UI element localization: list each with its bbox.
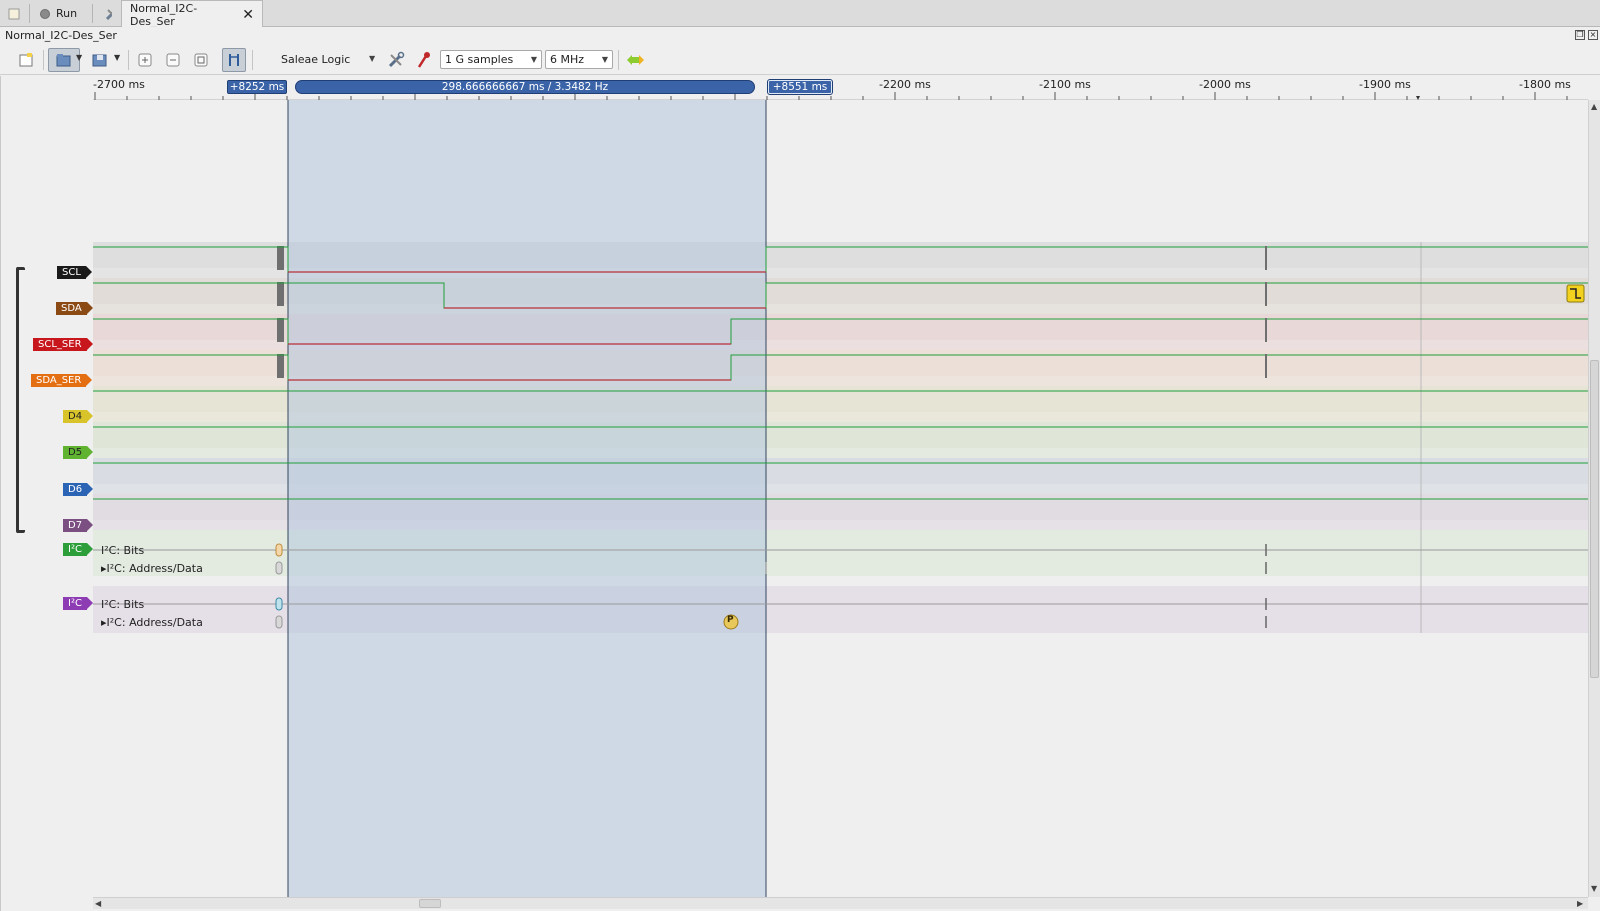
- horizontal-scrollbar[interactable]: ◀ ▶: [93, 897, 1588, 909]
- tab-session-label: Normal_I2C-Des_Ser: [130, 1, 198, 28]
- new-session-button[interactable]: [14, 48, 38, 72]
- tools-tab-button[interactable]: [96, 0, 120, 27]
- channel-tag-scl-ser[interactable]: SCL_SER: [33, 338, 92, 351]
- channel-tag-d4[interactable]: D4: [63, 410, 94, 423]
- sample-rate-select[interactable]: 6 MHz ▼: [545, 50, 613, 69]
- tick-label: -1900 ms: [1359, 78, 1411, 91]
- folder-icon: [56, 54, 71, 67]
- vertical-scrollbar[interactable]: ▲ ▼: [1588, 100, 1600, 897]
- chevron-down-icon[interactable]: ▼: [76, 53, 82, 62]
- tick-label: -2000 ms: [1199, 78, 1251, 91]
- sample-count-value: 1 G samples: [445, 53, 514, 66]
- tick-label: -1800 ms: [1519, 78, 1571, 91]
- tick-label: -2200 ms: [879, 78, 931, 91]
- horizontal-scroll-thumb[interactable]: [419, 899, 441, 908]
- new-document-icon: [19, 53, 33, 67]
- sample-count-select[interactable]: 1 G samples ▼: [440, 50, 542, 69]
- scroll-up-icon[interactable]: ▲: [1591, 102, 1597, 111]
- zoom-fit-button[interactable]: [189, 48, 213, 72]
- channel-tag-sda-ser[interactable]: SDA_SER: [31, 374, 93, 387]
- cursor-markers-icon: [229, 54, 239, 66]
- time-ruler[interactable]: -2700 ms -2200 ms -2100 ms -2000 ms -190…: [93, 76, 1588, 100]
- scroll-right-icon[interactable]: ▶: [1577, 899, 1583, 908]
- channel-tag-d7[interactable]: D7: [63, 519, 94, 532]
- scroll-left-icon[interactable]: ◀: [95, 899, 101, 908]
- channel-tag-scl[interactable]: SCL: [57, 266, 92, 279]
- tab-bar: Run Normal_I2C-Des_Ser ✕: [0, 0, 1600, 28]
- marker-right-time[interactable]: +8551 ms: [767, 79, 833, 95]
- sample-rate-value: 6 MHz: [550, 53, 585, 66]
- channel-group-bracket: [16, 267, 25, 533]
- wrench-screwdriver-icon: [388, 51, 405, 68]
- channel-tag-d5[interactable]: D5: [63, 446, 94, 459]
- window-title: Normal_I2C-Des_Ser: [5, 29, 117, 42]
- save-button[interactable]: [88, 48, 112, 72]
- trigger-settings-button[interactable]: [412, 48, 436, 72]
- toolbar: ▼ ▼ Saleae Logic ▼ 1 G samples ▼ 6 MHz ▼: [0, 45, 1600, 75]
- tab-run-label: Run: [56, 7, 78, 20]
- stop-marker[interactable]: P: [727, 615, 734, 625]
- window-title-row: Normal_I2C-Des_Ser ❐ ×: [0, 27, 1600, 45]
- analyzer-tag-i2c-1[interactable]: I²C: [63, 543, 93, 556]
- measure-mode-button[interactable]: [222, 48, 246, 72]
- zoom-out-icon: [166, 53, 180, 67]
- probe-icon: [417, 52, 430, 68]
- page-icon: [8, 8, 20, 19]
- analyzer-tag-i2c-2[interactable]: I²C: [63, 597, 93, 610]
- analyzer-row-label: I²C: Bits: [101, 598, 145, 611]
- zoom-fit-icon: [194, 53, 208, 67]
- analyzer-row-label[interactable]: ▸I²C: Address/Data: [101, 562, 203, 575]
- start-capture-button[interactable]: [623, 48, 647, 72]
- device-name[interactable]: Saleae Logic: [281, 53, 350, 66]
- device-settings-button[interactable]: [384, 48, 408, 72]
- channel-tag-d6[interactable]: D6: [63, 483, 94, 496]
- analyzer-row-label[interactable]: ▸I²C: Address/Data: [101, 616, 203, 629]
- new-tab-button[interactable]: [0, 0, 28, 27]
- close-window-icon[interactable]: ×: [1588, 30, 1598, 40]
- tick-label: -2700 ms: [93, 78, 145, 91]
- zoom-in-button[interactable]: [133, 48, 157, 72]
- analyzer-row-label: I²C: Bits: [101, 544, 145, 557]
- zoom-out-button[interactable]: [161, 48, 185, 72]
- save-icon: [92, 54, 107, 67]
- tab-session[interactable]: Normal_I2C-Des_Ser ✕: [121, 0, 263, 28]
- chevron-down-icon: ▼: [601, 55, 608, 64]
- start-capture-icon: [627, 55, 644, 65]
- zoom-in-icon: [138, 53, 152, 67]
- chevron-down-icon[interactable]: ▼: [114, 53, 120, 62]
- tab-run[interactable]: Run: [32, 0, 85, 27]
- chevron-down-icon[interactable]: ▼: [369, 54, 375, 63]
- scroll-down-icon[interactable]: ▼: [1591, 884, 1597, 893]
- close-icon[interactable]: ✕: [242, 8, 254, 22]
- vertical-scroll-thumb[interactable]: [1590, 360, 1599, 678]
- waveforms: [93, 100, 1588, 897]
- run-icon: [40, 8, 50, 19]
- waveform-area[interactable]: I²C: Bits ▸I²C: Address/Data I²C: Bits ▸…: [93, 100, 1588, 897]
- restore-icon[interactable]: ❐: [1575, 30, 1585, 40]
- chevron-down-icon: ▼: [530, 55, 537, 64]
- tick-label: -2100 ms: [1039, 78, 1091, 91]
- tools-icon: [105, 8, 112, 20]
- marker-measurement[interactable]: 298.666666667 ms / 3.3482 Hz: [295, 80, 755, 94]
- marker-left-time[interactable]: +8252 ms: [227, 80, 287, 94]
- channel-tag-sda[interactable]: SDA: [56, 302, 93, 315]
